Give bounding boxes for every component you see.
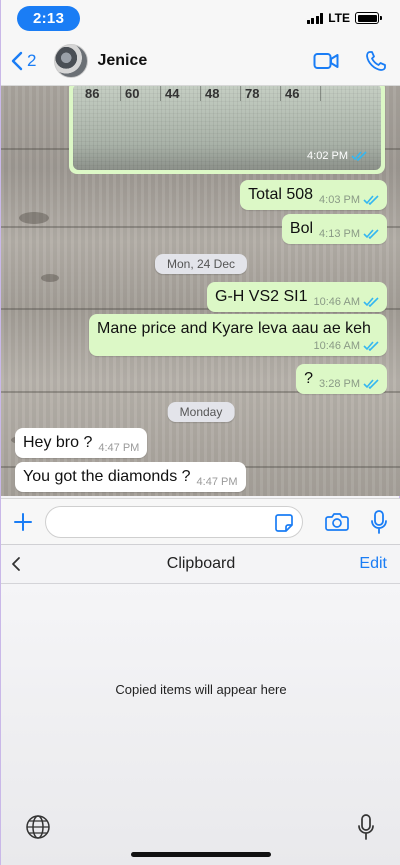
status-indicators: LTE <box>306 11 382 25</box>
camera-icon[interactable] <box>325 512 349 532</box>
image-number: 86 <box>81 86 121 101</box>
message-time: 10:46 AM <box>313 340 360 352</box>
message-time: 4:02 PM <box>307 150 348 162</box>
message-bubble[interactable]: Hey bro ? 4:47 PM <box>15 428 148 458</box>
back-button[interactable]: 2 <box>11 51 36 71</box>
chevron-left-icon[interactable] <box>11 556 21 572</box>
read-ticks-icon <box>363 379 379 389</box>
sticker-icon[interactable] <box>274 513 294 533</box>
read-ticks-icon <box>351 151 367 161</box>
message-text: You got the diamonds ? <box>23 468 191 485</box>
message-meta: 10:46 AM <box>314 296 379 308</box>
message-bubble[interactable]: Mane price and Kyare leva aau ae keh 10:… <box>89 314 387 356</box>
chat-header: 2 Jenice <box>1 36 400 86</box>
message-time: 10:46 AM <box>313 296 360 308</box>
message-meta: 10:46 AM <box>314 340 379 352</box>
video-call-icon[interactable] <box>313 52 339 70</box>
signal-icon <box>306 12 324 24</box>
message-time: 4:47 PM <box>98 442 140 454</box>
message-bubble[interactable]: ? 3:28 PM <box>296 364 387 394</box>
image-numbers: 86 60 44 48 78 46 <box>81 86 321 101</box>
image-thumbnail[interactable]: 86 60 44 48 78 46 4:02 PM <box>73 86 381 170</box>
date-separator: Monday <box>167 402 235 422</box>
microphone-icon[interactable] <box>371 509 387 534</box>
plus-icon[interactable] <box>13 512 33 532</box>
message-meta: 4:13 PM <box>319 228 379 240</box>
read-ticks-icon <box>363 229 379 239</box>
message-meta: 4:47 PM <box>98 442 139 454</box>
message-time: 3:28 PM <box>319 378 360 390</box>
read-ticks-icon <box>363 341 379 351</box>
unread-count: 2 <box>27 50 37 70</box>
message-text: ? <box>304 370 314 387</box>
message-time: 4:13 PM <box>319 228 360 240</box>
message-input-bar <box>1 498 400 544</box>
message-bubble[interactable]: Bol 4:13 PM <box>281 214 387 244</box>
battery-icon <box>355 12 382 24</box>
message-bubble[interactable]: Total 508 4:03 PM <box>240 180 387 210</box>
clipboard-title: Clipboard <box>166 555 236 572</box>
globe-icon[interactable] <box>25 814 51 840</box>
contact-name[interactable]: Jenice <box>97 52 313 70</box>
read-ticks-icon <box>363 195 379 205</box>
message-text: Bol <box>289 220 314 237</box>
image-number: 46 <box>281 86 321 101</box>
clipboard-empty-message: Copied items will appear here <box>115 682 287 697</box>
message-meta: 3:28 PM <box>319 378 379 390</box>
message-meta: 4:03 PM <box>319 194 379 206</box>
network-label: LTE <box>328 11 350 25</box>
image-number: 78 <box>241 86 281 101</box>
image-number: 44 <box>161 86 201 101</box>
chevron-left-icon <box>11 51 23 70</box>
clipboard-header: Clipboard Edit <box>1 544 400 584</box>
avatar[interactable] <box>54 43 89 78</box>
message-time: 4:03 PM <box>319 194 360 206</box>
phone-call-icon[interactable] <box>365 50 387 72</box>
message-meta: 4:47 PM <box>197 476 238 488</box>
message-text: G-H VS2 SI1 <box>215 288 308 305</box>
home-indicator[interactable] <box>131 852 271 857</box>
message-bubble[interactable]: G-H VS2 SI1 10:46 AM <box>207 282 387 312</box>
message-text: Total 508 <box>248 186 314 203</box>
image-number: 60 <box>121 86 161 101</box>
chat-area[interactable]: 86 60 44 48 78 46 4:02 PM Total 508 4:03… <box>1 86 400 496</box>
clipboard-panel: Copied items will appear here <box>1 584 400 865</box>
dictation-icon[interactable] <box>357 814 375 840</box>
message-time: 4:47 PM <box>196 476 238 488</box>
message-meta: 4:02 PM <box>307 150 367 162</box>
image-number: 48 <box>201 86 241 101</box>
read-ticks-icon <box>363 297 379 307</box>
message-bubble[interactable]: You got the diamonds ? 4:47 PM <box>15 462 246 492</box>
message-text: Mane price and Kyare leva aau ae keh <box>97 320 371 337</box>
date-separator: Mon, 24 Dec <box>154 254 248 274</box>
image-message[interactable]: 86 60 44 48 78 46 4:02 PM <box>69 86 385 174</box>
status-time[interactable]: 2:13 <box>17 5 81 31</box>
message-text: Hey bro ? <box>23 434 93 451</box>
status-bar: 2:13 LTE <box>1 0 400 36</box>
clipboard-edit-button[interactable]: Edit <box>359 555 387 573</box>
message-input[interactable] <box>45 505 303 538</box>
